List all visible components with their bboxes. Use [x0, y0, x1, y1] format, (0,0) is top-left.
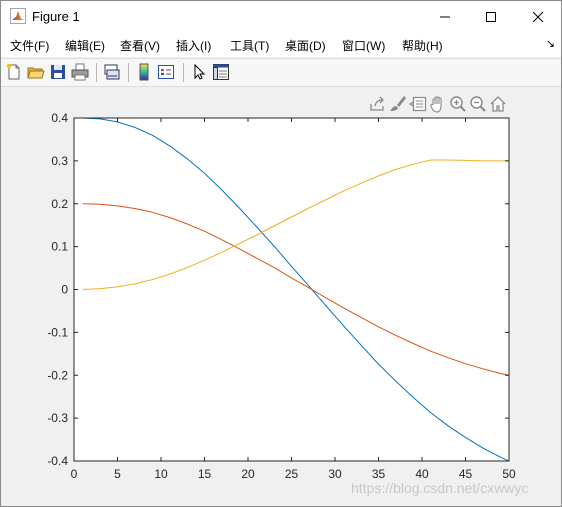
x-tick-label: 10: [154, 467, 168, 481]
y-tick-label: -0.2: [47, 368, 68, 382]
line-chart[interactable]: 0 5 10 15 20 25 30 35 40 45 50 0.4 0.3 0.2 0.1 0 -0.1 -0.…: [1, 1, 561, 506]
x-tick-label: 35: [372, 467, 386, 481]
x-tick-label: 50: [502, 467, 516, 481]
y-tick-label: 0.4: [51, 111, 68, 125]
x-tick-label: 0: [71, 467, 78, 481]
x-tick-label: 45: [459, 467, 473, 481]
x-tick-label: 15: [198, 467, 212, 481]
axes-background: [74, 118, 509, 461]
x-tick-label: 5: [114, 467, 121, 481]
watermark: https://blog.csdn.net/cxwwyc: [351, 480, 529, 496]
y-tick-label: 0: [61, 283, 68, 297]
x-tick-label: 25: [285, 467, 299, 481]
y-tick-label: -0.1: [47, 325, 68, 339]
y-tick-label: 0.1: [51, 240, 68, 254]
x-tick-label: 20: [241, 467, 255, 481]
y-tick-label: -0.3: [47, 411, 68, 425]
x-tick-label: 40: [415, 467, 429, 481]
y-tick-label: -0.4: [47, 454, 68, 468]
x-tick-label: 30: [328, 467, 342, 481]
y-tick-label: 0.3: [51, 154, 68, 168]
y-tick-label: 0.2: [51, 197, 68, 211]
figure-window: Figure 1 文件(F) 编辑(E) 查看(V) 插入(I) 工具(T) 桌…: [0, 0, 562, 507]
